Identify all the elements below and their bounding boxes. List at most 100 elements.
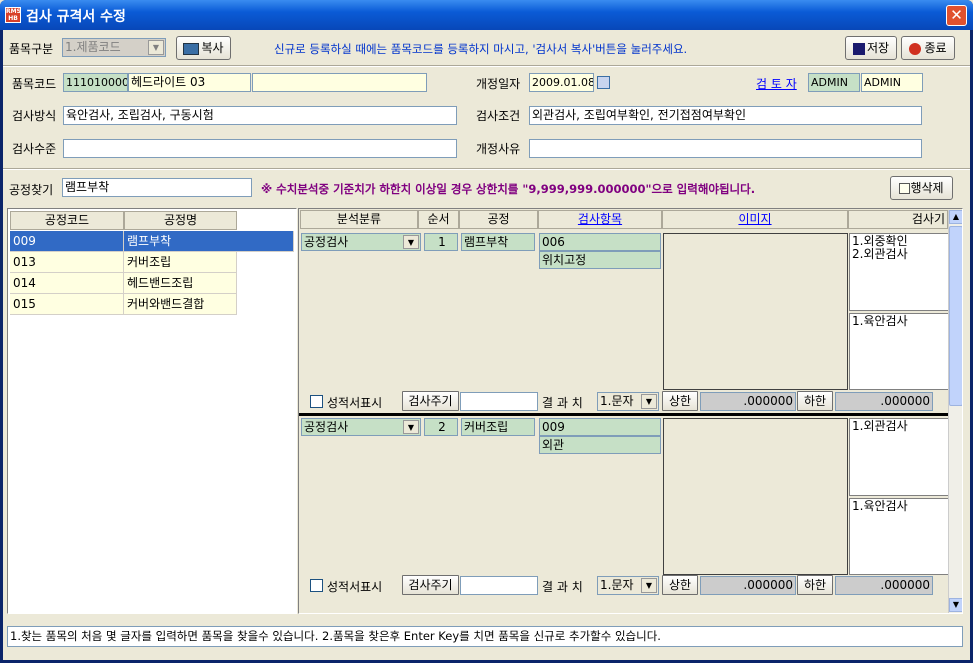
method-label: 검사방식 xyxy=(12,109,57,123)
cycle-field[interactable] xyxy=(460,392,538,411)
vertical-scrollbar[interactable]: ▲ ▼ xyxy=(948,210,962,613)
category-select[interactable]: 공정검사 ▼ xyxy=(301,418,421,436)
item-code-cell[interactable]: 009 xyxy=(539,418,661,436)
upper-field[interactable]: .000000 xyxy=(700,392,796,411)
condition-field[interactable]: 외관검사, 조립여부확인, 전기접점여부확인 xyxy=(529,106,922,125)
method-box-2[interactable]: 1.육안검사 xyxy=(849,498,949,575)
table-row-name[interactable]: 헤드밴드조립 xyxy=(124,273,237,294)
lower-field[interactable]: .000000 xyxy=(835,576,933,595)
close-window-button[interactable]: ✕ xyxy=(946,5,967,26)
category-value: 공정검사 xyxy=(304,235,349,249)
column-header-category[interactable]: 분석분류 xyxy=(300,210,418,229)
item-type-select[interactable]: 1.제품코드 ▼ xyxy=(62,38,166,57)
column-header-name[interactable]: 공정명 xyxy=(124,211,237,230)
seq-field[interactable]: 1 xyxy=(424,233,458,251)
process-grid: 공정코드 공정명 009 램프부착 013 커버조립 014 헤드밴드조립 01… xyxy=(7,208,297,614)
column-header-seq[interactable]: 순서 xyxy=(418,210,459,229)
category-select[interactable]: 공정검사 ▼ xyxy=(301,233,421,251)
window-title: 검사 규격서 수정 xyxy=(26,9,126,25)
lower-field[interactable]: .000000 xyxy=(835,392,933,411)
title-bar: RMS HB 검사 규격서 수정 ✕ xyxy=(0,0,973,30)
item-name-field[interactable]: 헤드라이트 03 xyxy=(128,73,251,92)
cycle-button[interactable]: 검사주기 xyxy=(402,575,459,595)
item-type-label: 품목구분 xyxy=(9,42,54,56)
column-header-method[interactable]: 검사기 xyxy=(848,210,948,229)
report-checkbox[interactable] xyxy=(310,579,323,592)
upper-button[interactable]: 상한 xyxy=(662,575,698,595)
save-button[interactable]: 저장 xyxy=(845,36,897,60)
reviewer-id-field[interactable]: ADMIN xyxy=(808,73,860,92)
column-header-image[interactable]: 이미지 xyxy=(662,210,848,229)
chevron-down-icon: ▼ xyxy=(641,394,657,409)
revision-date-field[interactable]: 2009.01.08 xyxy=(529,73,594,92)
delete-row-label: 행삭제 xyxy=(910,181,944,195)
copy-button[interactable]: 복사 xyxy=(176,36,231,60)
table-row-code[interactable]: 013 xyxy=(10,252,124,273)
seq-field[interactable]: 2 xyxy=(424,418,458,436)
result-type-value: 1.문자 xyxy=(600,578,634,592)
item-name-cell[interactable]: 외관 xyxy=(539,436,661,454)
process-field[interactable]: 램프부착 xyxy=(461,233,535,251)
cycle-button[interactable]: 검사주기 xyxy=(402,391,459,411)
reviewer-link[interactable]: 검 토 자 xyxy=(756,75,797,92)
upper-button[interactable]: 상한 xyxy=(662,391,698,411)
report-checkbox[interactable] xyxy=(310,395,323,408)
method-box-2[interactable]: 1.육안검사 xyxy=(849,313,949,390)
lower-button[interactable]: 하한 xyxy=(797,575,833,595)
result-type-select[interactable]: 1.문자 ▼ xyxy=(597,392,659,411)
table-row-name[interactable]: 커버와밴드결합 xyxy=(124,294,237,315)
table-row-code[interactable]: 014 xyxy=(10,273,124,294)
scroll-down-icon[interactable]: ▼ xyxy=(949,598,962,612)
process-field[interactable]: 커버조립 xyxy=(461,418,535,436)
upper-field[interactable]: .000000 xyxy=(700,576,796,595)
divider xyxy=(3,65,970,67)
chevron-down-icon: ▼ xyxy=(641,578,657,593)
reviewer-name-field[interactable]: ADMIN xyxy=(861,73,923,92)
reason-field[interactable] xyxy=(529,139,922,158)
table-row-code[interactable]: 009 xyxy=(10,231,124,252)
warning-text: ※ 수치분석중 기준치가 하한치 이상일 경우 상한치를 "9,999,999.… xyxy=(261,182,756,196)
item-name-cell[interactable]: 위치고정 xyxy=(539,251,661,269)
column-header-code[interactable]: 공정코드 xyxy=(10,211,124,230)
delete-row-icon xyxy=(899,183,911,194)
close-icon: ✕ xyxy=(950,6,963,24)
table-row-code[interactable]: 015 xyxy=(10,294,124,315)
revision-date-label: 개정일자 xyxy=(476,77,521,91)
item-type-value: 1.제품코드 xyxy=(65,40,121,54)
app-window: RMS HB 검사 규격서 수정 ✕ 품목구분 1.제품코드 ▼ 복사 신규로 … xyxy=(0,0,973,663)
exit-button[interactable]: 종료 xyxy=(901,36,955,60)
client-area: 품목구분 1.제품코드 ▼ 복사 신규로 등록하실 때에는 품목코드를 등록하지… xyxy=(3,30,970,660)
condition-label: 검사조건 xyxy=(476,109,521,123)
stop-icon xyxy=(909,42,922,55)
image-box[interactable] xyxy=(663,418,848,575)
image-box[interactable] xyxy=(663,233,848,390)
chevron-down-icon: ▼ xyxy=(148,40,164,55)
process-search-input[interactable]: 램프부착 xyxy=(62,178,252,197)
method-field[interactable]: 육안검사, 조립검사, 구동시험 xyxy=(63,106,457,125)
spec-grid: 분석분류 순서 공정 검사항목 이미지 검사기 공정검사 ▼ 1 램프부착 00… xyxy=(298,208,963,614)
item-code-cell[interactable]: 006 xyxy=(539,233,661,251)
item-extra-field[interactable] xyxy=(252,73,427,92)
result-label: 결 과 치 xyxy=(542,396,583,410)
cycle-field[interactable] xyxy=(460,576,538,595)
result-type-select[interactable]: 1.문자 ▼ xyxy=(597,576,659,595)
report-label: 성적서표시 xyxy=(327,580,383,594)
column-header-item[interactable]: 검사항목 xyxy=(538,210,662,229)
scrollbar-thumb[interactable] xyxy=(949,226,962,406)
divider xyxy=(3,168,970,170)
lower-button[interactable]: 하한 xyxy=(797,391,833,411)
level-field[interactable] xyxy=(63,139,457,158)
item-code-field[interactable]: 1110100007 xyxy=(63,73,128,92)
save-button-label: 저장 xyxy=(866,41,890,55)
copy-icon xyxy=(183,42,200,55)
delete-row-button[interactable]: 행삭제 xyxy=(890,176,953,200)
chevron-down-icon: ▼ xyxy=(403,235,419,249)
method-box-1[interactable]: 1.외중확인 2.외관검사 xyxy=(849,233,949,311)
column-header-process[interactable]: 공정 xyxy=(459,210,538,229)
calendar-icon[interactable] xyxy=(597,76,610,89)
method-box-1[interactable]: 1.외관검사 xyxy=(849,418,949,496)
copy-button-label: 복사 xyxy=(201,41,224,55)
table-row-name[interactable]: 램프부착 xyxy=(124,231,294,252)
table-row-name[interactable]: 커버조립 xyxy=(124,252,237,273)
scroll-up-icon[interactable]: ▲ xyxy=(949,210,962,224)
